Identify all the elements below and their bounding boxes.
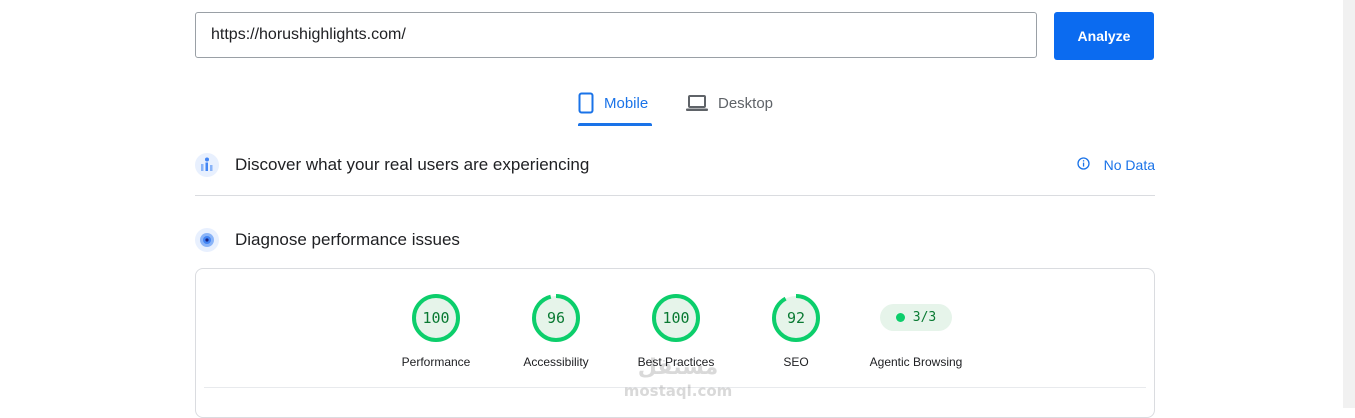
card-divider [204, 387, 1146, 388]
score-value: 96 [546, 309, 566, 327]
scrollbar[interactable] [1343, 0, 1355, 408]
score-value: 92 [786, 309, 806, 327]
lab-data-row: Diagnose performance issues [195, 225, 1155, 255]
users-chart-icon [195, 153, 219, 177]
url-input[interactable] [195, 12, 1037, 58]
score-value: 100 [662, 309, 690, 327]
field-data-row: Discover what your real users are experi… [195, 150, 1155, 180]
analyze-button[interactable]: Analyze [1054, 12, 1154, 60]
score-label: Best Practices [637, 355, 715, 369]
score-seo[interactable]: 92 SEO [726, 293, 866, 369]
agentic-value: 3/3 [912, 310, 937, 325]
section-divider [195, 195, 1155, 196]
score-label: Performance [401, 355, 471, 369]
no-data-label: No Data [1103, 157, 1155, 173]
pass-dot-icon [895, 313, 905, 322]
lighthouse-target-icon [195, 228, 219, 252]
tab-mobile[interactable]: Mobile [578, 84, 652, 126]
score-value: 100 [422, 309, 450, 327]
lab-data-title: Diagnose performance issues [235, 230, 460, 249]
score-performance[interactable]: 100 Performance [366, 293, 506, 369]
tab-desktop[interactable]: Desktop [686, 84, 773, 126]
score-label: SEO [783, 355, 809, 369]
score-label: Agentic Browsing [869, 355, 963, 369]
score-gauge: 100 [651, 293, 701, 343]
scores-card: 100 Performance 96 Accessibility 100 Bes… [195, 268, 1155, 418]
score-label: Accessibility [523, 355, 589, 369]
info-icon [1076, 157, 1090, 173]
no-data-link[interactable]: No Data [1076, 150, 1155, 180]
agentic-pill: 3/3 [880, 304, 952, 331]
laptop-icon [686, 94, 708, 112]
field-data-title: Discover what your real users are experi… [235, 155, 590, 174]
score-gauge: 96 [531, 293, 581, 343]
score-gauge: 92 [771, 293, 821, 343]
score-best-practices[interactable]: 100 Best Practices [606, 293, 746, 369]
smartphone-icon [578, 92, 594, 114]
tab-desktop-label: Desktop [718, 94, 774, 112]
score-gauge: 100 [411, 293, 461, 343]
score-agentic-browsing[interactable]: 3/3 Agentic Browsing [846, 293, 986, 369]
tab-mobile-label: Mobile [604, 94, 649, 112]
score-accessibility[interactable]: 96 Accessibility [486, 293, 626, 369]
